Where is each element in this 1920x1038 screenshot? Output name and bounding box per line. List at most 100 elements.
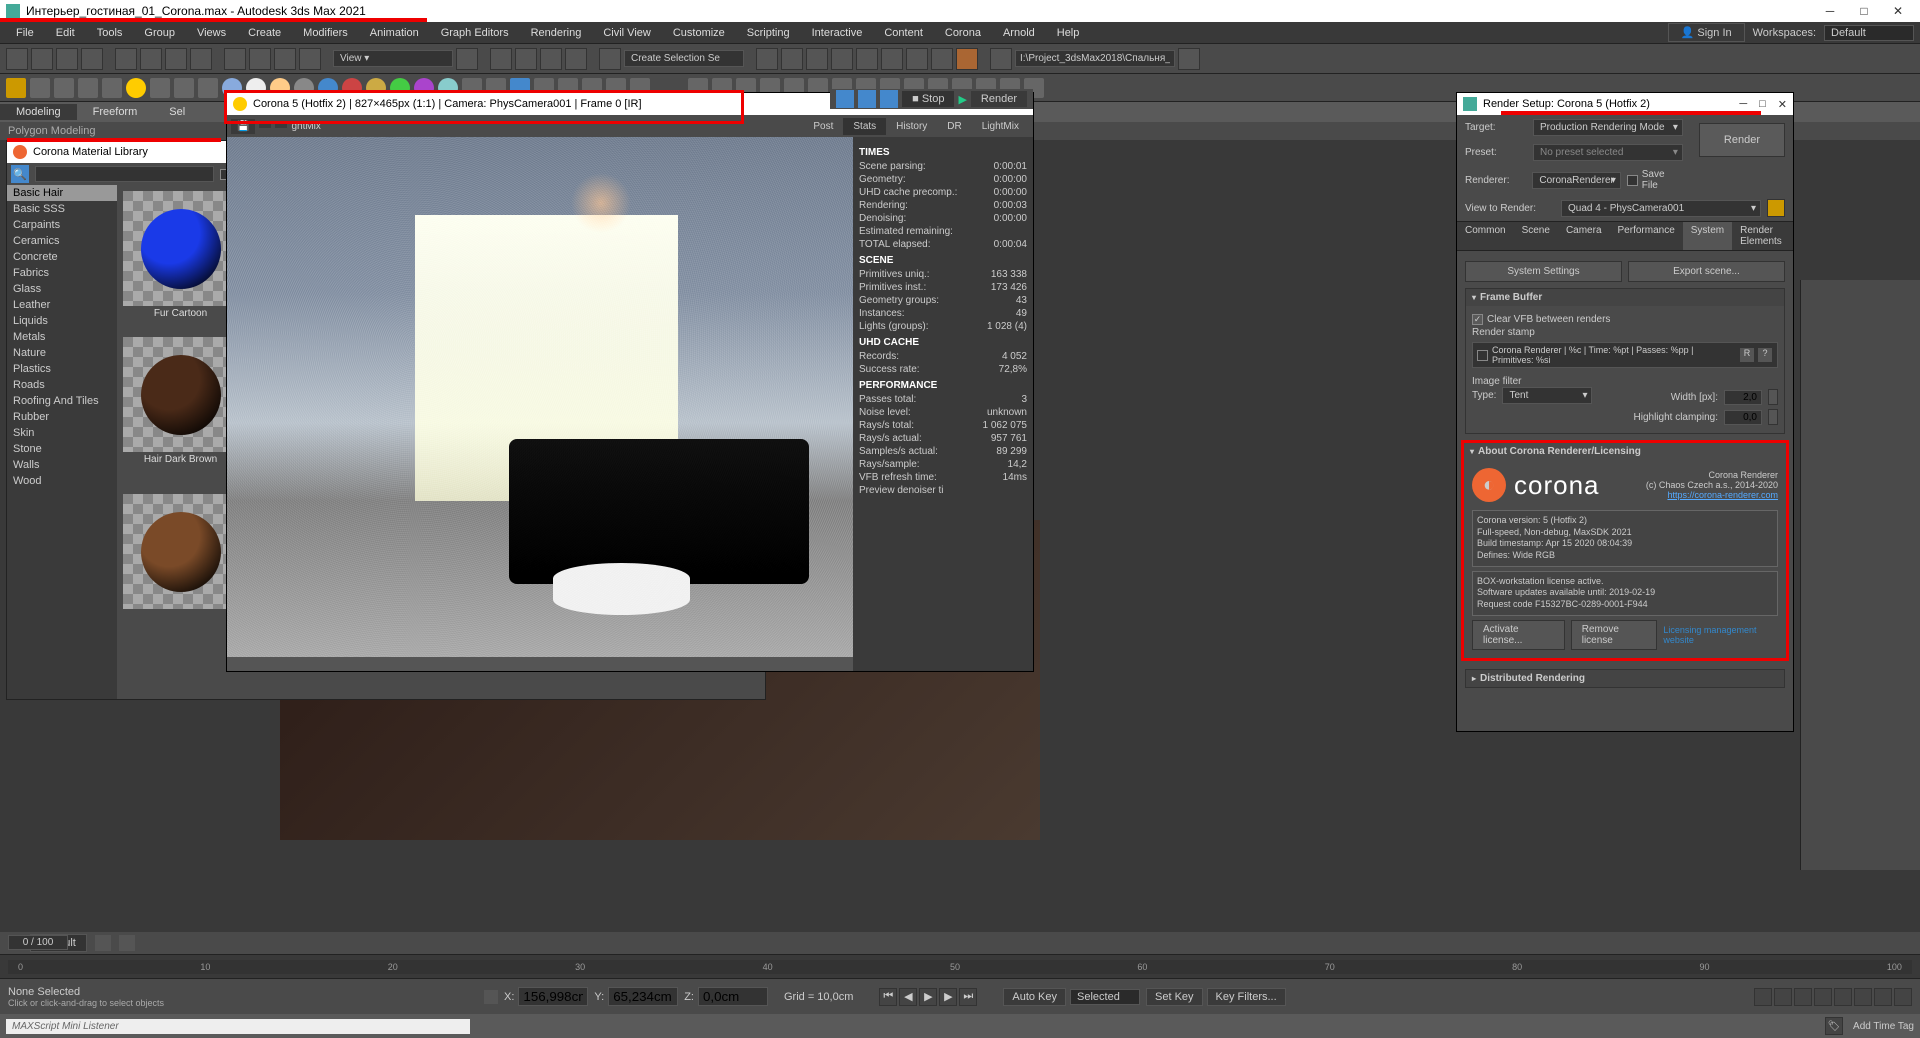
category-ceramics[interactable]: Ceramics — [7, 233, 117, 249]
menu-file[interactable]: File — [6, 25, 44, 41]
time-tag-icon[interactable]: 🏷 — [1825, 1017, 1843, 1035]
category-glass[interactable]: Glass — [7, 281, 117, 297]
menu-content[interactable]: Content — [874, 25, 933, 41]
autokey-button[interactable]: Auto Key — [1003, 988, 1066, 1006]
lock-icon[interactable] — [1767, 199, 1785, 217]
stamp-help-button[interactable]: ? — [1757, 347, 1773, 363]
snap-icon[interactable] — [490, 48, 512, 70]
vp-nav7-icon[interactable] — [1874, 988, 1892, 1006]
stop-button[interactable]: ■ Stop — [902, 91, 954, 107]
minimize-button[interactable]: ─ — [1822, 3, 1838, 19]
vp-nav6-icon[interactable] — [1854, 988, 1872, 1006]
material-editor-icon[interactable] — [881, 48, 903, 70]
render-frame-icon[interactable] — [931, 48, 953, 70]
stamp-checkbox[interactable] — [1477, 350, 1488, 361]
category-liquids[interactable]: Liquids — [7, 313, 117, 329]
search-input[interactable] — [35, 166, 214, 182]
vp-nav4-icon[interactable] — [1814, 988, 1832, 1006]
unlink-icon[interactable] — [81, 48, 103, 70]
scene-icon[interactable] — [54, 78, 74, 98]
maximize-button[interactable]: □ — [1856, 3, 1872, 19]
distributed-rendering-section[interactable]: Distributed Rendering — [1466, 670, 1784, 687]
key-mode-dropdown[interactable]: Selected — [1070, 989, 1140, 1005]
next-frame-icon[interactable]: ▶ — [939, 988, 957, 1006]
maxscript-listener[interactable]: MAXScript Mini Listener — [6, 1019, 470, 1034]
zoom-in-icon[interactable] — [836, 90, 854, 108]
width-input[interactable] — [1724, 390, 1762, 405]
ref-coord-dropdown[interactable]: View ▾ — [333, 50, 453, 67]
menu-create[interactable]: Create — [238, 25, 291, 41]
license-mgmt-link[interactable]: Licensing management website — [1663, 625, 1778, 645]
rsetup-close-button[interactable]: ✕ — [1778, 98, 1787, 111]
angle-snap-icon[interactable] — [515, 48, 537, 70]
render-view[interactable] — [227, 137, 853, 671]
cloud-icon[interactable] — [30, 78, 50, 98]
goto-end-icon[interactable]: ⏭ — [959, 988, 977, 1006]
zoom-fit-icon[interactable] — [880, 90, 898, 108]
search-icon[interactable]: 🔍 — [11, 165, 29, 183]
tool-a-icon[interactable] — [150, 78, 170, 98]
lock-coord-icon[interactable] — [484, 990, 498, 1004]
grid-icon[interactable] — [78, 78, 98, 98]
category-leather[interactable]: Leather — [7, 297, 117, 313]
menu-views[interactable]: Views — [187, 25, 236, 41]
play-icon[interactable]: ▶ — [919, 988, 937, 1006]
tab-selection[interactable]: Sel — [153, 104, 201, 120]
anim-misc1-icon[interactable] — [95, 935, 111, 951]
category-plastics[interactable]: Plastics — [7, 361, 117, 377]
spinner-snap-icon[interactable] — [565, 48, 587, 70]
select-icon[interactable] — [115, 48, 137, 70]
close-button[interactable]: ✕ — [1890, 3, 1906, 19]
scale-icon[interactable] — [274, 48, 296, 70]
setkey-button[interactable]: Set Key — [1146, 988, 1203, 1006]
placement-icon[interactable] — [299, 48, 321, 70]
menu-animation[interactable]: Animation — [360, 25, 429, 41]
menu-civil-view[interactable]: Civil View — [593, 25, 660, 41]
menu-modifiers[interactable]: Modifiers — [293, 25, 358, 41]
menu-interactive[interactable]: Interactive — [802, 25, 873, 41]
sun-icon[interactable] — [126, 78, 146, 98]
highlight-input[interactable] — [1724, 410, 1762, 425]
width-spinner[interactable] — [1768, 389, 1778, 405]
y-coord-input[interactable] — [608, 987, 678, 1006]
undo-icon[interactable] — [6, 48, 28, 70]
pivot-icon[interactable] — [456, 48, 478, 70]
menu-rendering[interactable]: Rendering — [521, 25, 592, 41]
vfb-save-icon[interactable]: 💾 — [231, 119, 255, 134]
render-setup-icon[interactable] — [906, 48, 928, 70]
preset-dropdown[interactable]: No preset selected — [1533, 144, 1683, 161]
vfb-tab-dr[interactable]: DR — [937, 118, 971, 135]
rect-select-icon[interactable] — [165, 48, 187, 70]
material-thumb[interactable]: Hair Dark Brown — [123, 337, 238, 478]
category-stone[interactable]: Stone — [7, 441, 117, 457]
select-name-icon[interactable] — [140, 48, 162, 70]
menu-corona[interactable]: Corona — [935, 25, 991, 41]
render-button[interactable]: Render — [1699, 123, 1785, 157]
category-nature[interactable]: Nature — [7, 345, 117, 361]
workspaces-dropdown[interactable]: Default — [1824, 25, 1914, 41]
project-icon[interactable] — [990, 48, 1012, 70]
render-scrollbar[interactable] — [227, 657, 853, 671]
vfb-tool3[interactable] — [275, 124, 287, 128]
mirror-icon[interactable] — [756, 48, 778, 70]
selection-set-dropdown[interactable]: Create Selection Se — [624, 50, 744, 67]
rsetup-tab-camera[interactable]: Camera — [1558, 222, 1610, 250]
layers-icon[interactable] — [806, 48, 828, 70]
vfb-tab-stats[interactable]: Stats — [843, 118, 886, 135]
rsetup-minimize-button[interactable]: ─ — [1739, 98, 1747, 111]
renderer-dropdown[interactable]: CoronaRenderer — [1532, 172, 1621, 189]
tab-modeling[interactable]: Modeling — [0, 104, 77, 120]
tab-freeform[interactable]: Freeform — [77, 104, 154, 120]
teapot-icon[interactable] — [6, 78, 26, 98]
category-carpaints[interactable]: Carpaints — [7, 217, 117, 233]
menu-graph-editors[interactable]: Graph Editors — [431, 25, 519, 41]
tool-c-icon[interactable] — [198, 78, 218, 98]
timeline[interactable]: 0102030405060708090100 — [0, 954, 1920, 978]
vp-nav3-icon[interactable] — [1794, 988, 1812, 1006]
rsetup-tab-common[interactable]: Common — [1457, 222, 1514, 250]
redo-icon[interactable] — [31, 48, 53, 70]
x-coord-input[interactable] — [518, 987, 588, 1006]
command-panel[interactable] — [1800, 280, 1920, 870]
menu-arnold[interactable]: Arnold — [993, 25, 1045, 41]
prev-frame-icon[interactable]: ◀ — [899, 988, 917, 1006]
